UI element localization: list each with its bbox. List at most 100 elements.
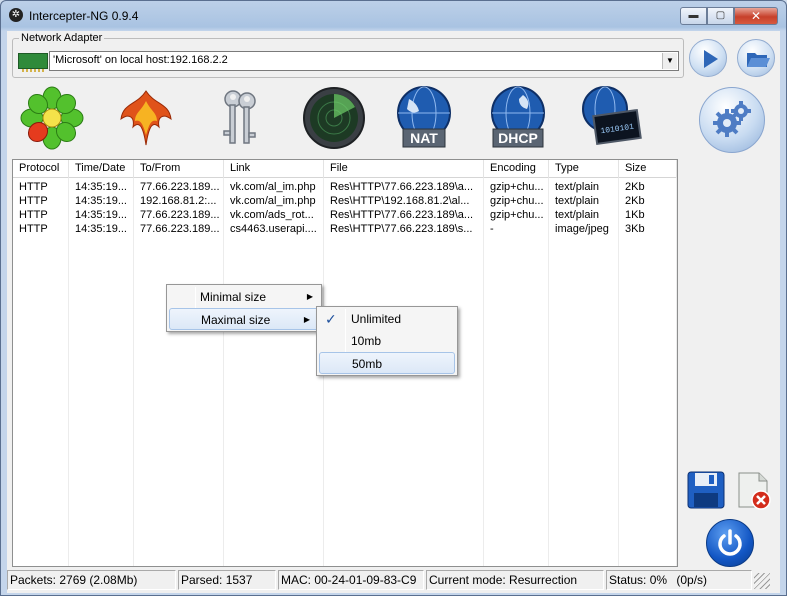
status-mode: Current mode: Resurrection bbox=[426, 570, 604, 590]
menu-item-label: Unlimited bbox=[351, 312, 402, 326]
column-header-size[interactable]: Size bbox=[619, 160, 677, 178]
column-header-to-from[interactable]: To/From bbox=[134, 160, 224, 178]
column-header-encoding[interactable]: Encoding bbox=[484, 160, 549, 178]
cell-link: cs4463.userapi.... bbox=[230, 223, 317, 235]
app-gear-icon[interactable]: ✲ bbox=[9, 8, 23, 22]
cell-file: Res\HTTP\77.66.223.189\s... bbox=[330, 223, 473, 235]
close-button[interactable]: ✕ bbox=[734, 7, 778, 25]
chevron-down-icon[interactable]: ▼ bbox=[662, 53, 677, 69]
power-button[interactable] bbox=[706, 519, 754, 567]
cell-type: text/plain bbox=[555, 181, 600, 193]
cell-file: Res\HTTP\77.66.223.189\a... bbox=[330, 181, 474, 193]
cell-time: 14:35:19... bbox=[75, 209, 127, 221]
cell-link: vk.com/al_im.php bbox=[230, 181, 316, 193]
cell-protocol: HTTP bbox=[19, 195, 48, 207]
start-button[interactable] bbox=[689, 39, 727, 77]
password-tool[interactable] bbox=[205, 83, 275, 153]
network-card-icon bbox=[18, 53, 48, 72]
table-row[interactable]: HTTP 14:35:19... 77.66.223.189... vk.com… bbox=[13, 180, 677, 194]
clear-log-button[interactable] bbox=[733, 471, 773, 511]
cell-type: image/jpeg bbox=[555, 223, 609, 235]
table-header: Protocol Time/Date To/From Link File Enc… bbox=[13, 160, 677, 178]
maximal-size-submenu: ✓ Unlimited 10mb 50mb bbox=[316, 306, 458, 376]
keys-icon bbox=[223, 90, 256, 144]
cell-to-from: 77.66.223.189... bbox=[140, 209, 220, 221]
cell-time: 14:35:19... bbox=[75, 195, 127, 207]
cell-protocol: HTTP bbox=[19, 209, 48, 221]
nat-globe-icon: NAT bbox=[397, 86, 451, 148]
icq-messenger-tool[interactable] bbox=[17, 83, 87, 153]
submenu-arrow-icon: ▶ bbox=[303, 315, 310, 324]
cell-size: 2Kb bbox=[625, 195, 645, 207]
status-packets: Packets: 2769 (2.08Mb) bbox=[7, 570, 176, 590]
settings-gear-icon bbox=[713, 101, 751, 137]
settings-button[interactable] bbox=[699, 87, 765, 153]
cell-time: 14:35:19... bbox=[75, 181, 127, 193]
title-bar: ✲ Intercepter-NG 0.9.4 ▬ ▢ ✕ bbox=[1, 1, 786, 31]
menu-item-label: Minimal size bbox=[200, 290, 267, 304]
radar-icon bbox=[303, 87, 365, 149]
status-rate: (0p/s) bbox=[676, 573, 708, 587]
floppy-save-icon bbox=[687, 471, 725, 509]
column-header-type[interactable]: Type bbox=[549, 160, 619, 178]
status-progress: Status: 0% (0p/s) bbox=[606, 570, 752, 590]
menu-item-10mb[interactable]: 10mb bbox=[317, 330, 457, 352]
open-button[interactable] bbox=[737, 39, 775, 77]
menu-item-unlimited[interactable]: ✓ Unlimited bbox=[317, 308, 457, 330]
phoenix-icon bbox=[120, 90, 172, 146]
main-window: ✲ Intercepter-NG 0.9.4 ▬ ▢ ✕ Network Ada… bbox=[0, 0, 787, 596]
cell-encoding: gzip+chu... bbox=[490, 195, 544, 207]
cell-time: 14:35:19... bbox=[75, 223, 127, 235]
scanner-tool[interactable] bbox=[299, 83, 369, 153]
clear-log-icon bbox=[738, 472, 771, 510]
nat-tool[interactable]: NAT bbox=[389, 83, 459, 153]
cell-to-from: 77.66.223.189... bbox=[140, 223, 220, 235]
menu-item-maximal-size[interactable]: Maximal size ▶ bbox=[169, 308, 319, 330]
status-mac: MAC: 00-24-01-09-83-C9 bbox=[278, 570, 424, 590]
table-row[interactable]: HTTP 14:35:19... 77.66.223.189... vk.com… bbox=[13, 208, 677, 222]
network-adapter-label: Network Adapter bbox=[19, 32, 105, 44]
cell-protocol: HTTP bbox=[19, 223, 48, 235]
dhcp-tool[interactable]: DHCP bbox=[483, 83, 553, 153]
cell-file: Res\HTTP\77.66.223.189\a... bbox=[330, 209, 474, 221]
cell-encoding: - bbox=[490, 223, 494, 235]
cell-file: Res\HTTP\192.168.81.2\al... bbox=[330, 195, 470, 207]
cell-type: text/plain bbox=[555, 209, 600, 221]
cell-type: text/plain bbox=[555, 195, 600, 207]
nat-label: NAT bbox=[410, 130, 438, 146]
cell-size: 3Kb bbox=[625, 223, 645, 235]
resurrection-tool[interactable] bbox=[111, 83, 181, 153]
status-progress-text: Status: 0% bbox=[609, 573, 668, 587]
menu-item-label: 10mb bbox=[351, 334, 382, 348]
network-adapter-select[interactable]: 'Microsoft' on local host:192.168.2.2 ▼ bbox=[49, 51, 679, 71]
column-header-link[interactable]: Link bbox=[224, 160, 324, 178]
checkmark-icon: ✓ bbox=[325, 311, 337, 327]
column-header-protocol[interactable]: Protocol bbox=[13, 160, 69, 178]
traffic-tool[interactable]: 1010101 bbox=[575, 83, 645, 153]
cell-link: vk.com/al_im.php bbox=[230, 195, 316, 207]
menu-item-label: 50mb bbox=[352, 357, 383, 371]
dhcp-label: DHCP bbox=[498, 130, 538, 146]
column-header-time[interactable]: Time/Date bbox=[69, 160, 134, 178]
network-adapter-group: Network Adapter 'Microsoft' on local hos… bbox=[12, 32, 684, 78]
table-row[interactable]: HTTP 14:35:19... 77.66.223.189... cs4463… bbox=[13, 222, 677, 236]
save-button[interactable] bbox=[687, 471, 725, 509]
cell-protocol: HTTP bbox=[19, 181, 48, 193]
minimize-button[interactable]: ▬ bbox=[680, 7, 707, 25]
table-row[interactable]: HTTP 14:35:19... 192.168.81.2:... vk.com… bbox=[13, 194, 677, 208]
menu-item-minimal-size[interactable]: Minimal size ▶ bbox=[167, 286, 321, 308]
resize-grip[interactable] bbox=[754, 573, 770, 589]
cell-link: vk.com/ads_rot... bbox=[230, 209, 314, 221]
column-header-file[interactable]: File bbox=[324, 160, 484, 178]
status-bar: Packets: 2769 (2.08Mb) Parsed: 1537 MAC:… bbox=[7, 569, 780, 591]
network-adapter-value: 'Microsoft' on local host:192.168.2.2 bbox=[53, 54, 228, 66]
cell-encoding: gzip+chu... bbox=[490, 209, 544, 221]
submenu-arrow-icon: ▶ bbox=[306, 292, 313, 301]
dhcp-globe-icon: DHCP bbox=[491, 86, 545, 148]
window-title: Intercepter-NG 0.9.4 bbox=[29, 9, 139, 23]
open-folder-icon bbox=[747, 53, 770, 67]
cell-to-from: 77.66.223.189... bbox=[140, 181, 220, 193]
menu-item-50mb[interactable]: 50mb bbox=[319, 352, 455, 374]
window-controls: ▬ ▢ ✕ bbox=[680, 7, 778, 25]
maximize-button[interactable]: ▢ bbox=[707, 7, 734, 25]
